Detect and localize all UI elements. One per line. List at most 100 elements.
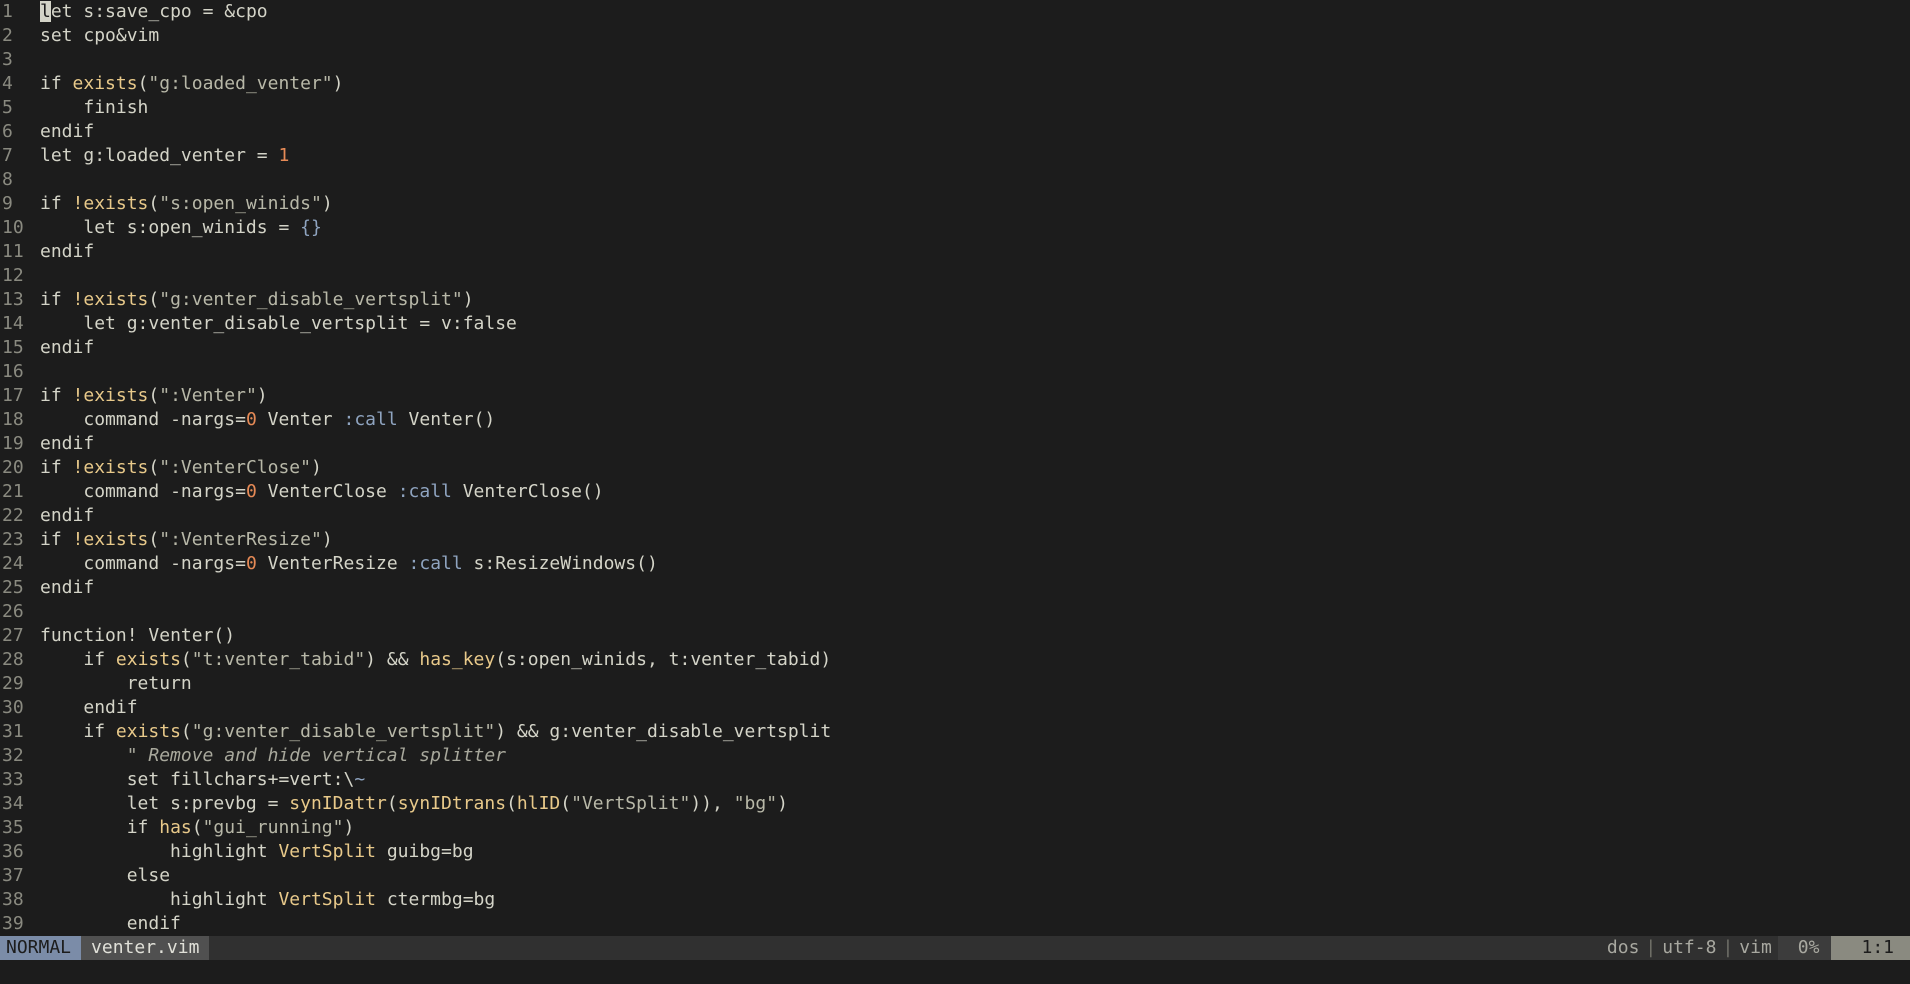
line-number: 36 (2, 841, 24, 862)
line-number: 31 (2, 721, 24, 742)
line-number: 39 (2, 913, 24, 934)
line-number: 35 (2, 817, 24, 838)
mode-indicator: NORMAL (0, 936, 82, 960)
line-number: 37 (2, 865, 24, 886)
code-line[interactable]: 6 endif (0, 120, 1910, 144)
line-code: function! Venter() (40, 625, 236, 646)
code-line[interactable]: 16 (0, 360, 1910, 384)
code-line[interactable]: 38 highlight VertSplit ctermbg=bg (0, 888, 1910, 912)
code-line[interactable]: 3 (0, 48, 1910, 72)
line-code: endif (40, 121, 95, 142)
line-number: 34 (2, 793, 24, 814)
code-line[interactable]: 1 let s:save_cpo = &cpo (0, 0, 1910, 24)
line-number: 4 (2, 73, 13, 94)
line-number: 2 (2, 25, 13, 46)
command-line[interactable] (0, 960, 1910, 984)
line-code: highlight VertSplit guibg=bg (170, 841, 474, 862)
line-code: endif (40, 505, 95, 526)
code-line[interactable]: 32 " Remove and hide vertical splitter (0, 744, 1910, 768)
code-line[interactable]: 11 endif (0, 240, 1910, 264)
line-number: 3 (2, 49, 13, 70)
line-code: command -nargs=0 VenterClose :call Vente… (83, 481, 604, 502)
code-line[interactable]: 37 else (0, 864, 1910, 888)
line-number: 29 (2, 673, 24, 694)
encoding-label: utf-8 (1662, 937, 1717, 958)
code-line[interactable]: 34 let s:prevbg = synIDattr(synIDtrans(h… (0, 792, 1910, 816)
line-number: 24 (2, 553, 24, 574)
line-number: 10 (2, 217, 24, 238)
code-line[interactable]: 25 endif (0, 576, 1910, 600)
code-line[interactable]: 39 endif (0, 912, 1910, 936)
line-number: 6 (2, 121, 13, 142)
line-code: return (126, 673, 192, 694)
line-number: 19 (2, 433, 24, 454)
code-line[interactable]: 24 command -nargs=0 VenterResize :call s… (0, 552, 1910, 576)
status-separator: | (1722, 937, 1734, 958)
code-line[interactable]: 17 if !exists(":Venter") (0, 384, 1910, 408)
code-line[interactable]: 12 (0, 264, 1910, 288)
line-number: 30 (2, 697, 24, 718)
filetype-label: vim (1739, 937, 1772, 958)
line-code: command -nargs=0 Venter :call Venter() (83, 409, 496, 430)
code-line[interactable]: 22 endif (0, 504, 1910, 528)
line-number: 20 (2, 457, 24, 478)
code-line[interactable]: 26 (0, 600, 1910, 624)
line-code: endif (40, 337, 95, 358)
line-code: " Remove and hide vertical splitter (126, 745, 506, 766)
line-number: 23 (2, 529, 24, 550)
line-number: 33 (2, 769, 24, 790)
line-number: 17 (2, 385, 24, 406)
code-line[interactable]: 7 let g:loaded_venter = 1 (0, 144, 1910, 168)
code-line[interactable]: 31 if exists("g:venter_disable_vertsplit… (0, 720, 1910, 744)
line-code: endif (126, 913, 181, 934)
code-line[interactable]: 14 let g:venter_disable_vertsplit = v:fa… (0, 312, 1910, 336)
code-line[interactable]: 18 command -nargs=0 Venter :call Venter(… (0, 408, 1910, 432)
line-code: if !exists(":VenterClose") (40, 457, 322, 478)
line-code: command -nargs=0 VenterResize :call s:Re… (83, 553, 658, 574)
line-code: finish (83, 97, 149, 118)
editor-buffer[interactable]: 1 let s:save_cpo = &cpo 2 set cpo&vim 3 4 if e… (0, 0, 1910, 936)
code-line[interactable]: 19 endif (0, 432, 1910, 456)
code-line[interactable]: 33 set fillchars+=vert:\~ (0, 768, 1910, 792)
line-code: else (126, 865, 171, 886)
code-line[interactable]: 29 return (0, 672, 1910, 696)
code-line[interactable]: 36 highlight VertSplit guibg=bg (0, 840, 1910, 864)
line-number: 25 (2, 577, 24, 598)
code-line[interactable]: 27 function! Venter() (0, 624, 1910, 648)
code-line[interactable]: 2 set cpo&vim (0, 24, 1910, 48)
code-line[interactable]: 10 let s:open_winids = {} (0, 216, 1910, 240)
scroll-percent: 0% (1777, 936, 1832, 960)
line-code: endif (40, 577, 95, 598)
code-line[interactable]: 23 if !exists(":VenterResize") (0, 528, 1910, 552)
code-line[interactable]: 15 endif (0, 336, 1910, 360)
line-code: let g:loaded_venter = 1 (40, 145, 290, 166)
code-line[interactable]: 35 if has("gui_running") (0, 816, 1910, 840)
code-line[interactable]: 30 endif (0, 696, 1910, 720)
line-number: 9 (2, 193, 13, 214)
line-code: set cpo&vim (40, 25, 160, 46)
line-number: 12 (2, 265, 24, 286)
code-line[interactable]: 5 finish (0, 96, 1910, 120)
code-line[interactable]: 20 if !exists(":VenterClose") (0, 456, 1910, 480)
line-code: if exists("g:loaded_venter") (40, 73, 344, 94)
code-line[interactable]: 13 if !exists("g:venter_disable_vertsplit… (0, 288, 1910, 312)
line-code: highlight VertSplit ctermbg=bg (170, 889, 496, 910)
code-line[interactable]: 4 if exists("g:loaded_venter") (0, 72, 1910, 96)
code-line[interactable]: 28 if exists("t:venter_tabid") && has_ke… (0, 648, 1910, 672)
code-line[interactable]: 8 (0, 168, 1910, 192)
text-cursor: l (40, 1, 51, 22)
line-number: 11 (2, 241, 24, 262)
line-number: 26 (2, 601, 24, 622)
line-code: if exists("g:venter_disable_vertsplit") … (83, 721, 832, 742)
code-line[interactable]: 9 if !exists("s:open_winids") (0, 192, 1910, 216)
code-line[interactable]: 21 command -nargs=0 VenterClose :call Ve… (0, 480, 1910, 504)
line-code: endif (40, 241, 95, 262)
line-code: if has("gui_running") (126, 817, 355, 838)
status-line: NORMAL venter.vim dos | utf-8 | vim 0% 1… (0, 936, 1910, 960)
line-number: 14 (2, 313, 24, 334)
line-number: 28 (2, 649, 24, 670)
line-code: if !exists(":Venter") (40, 385, 268, 406)
